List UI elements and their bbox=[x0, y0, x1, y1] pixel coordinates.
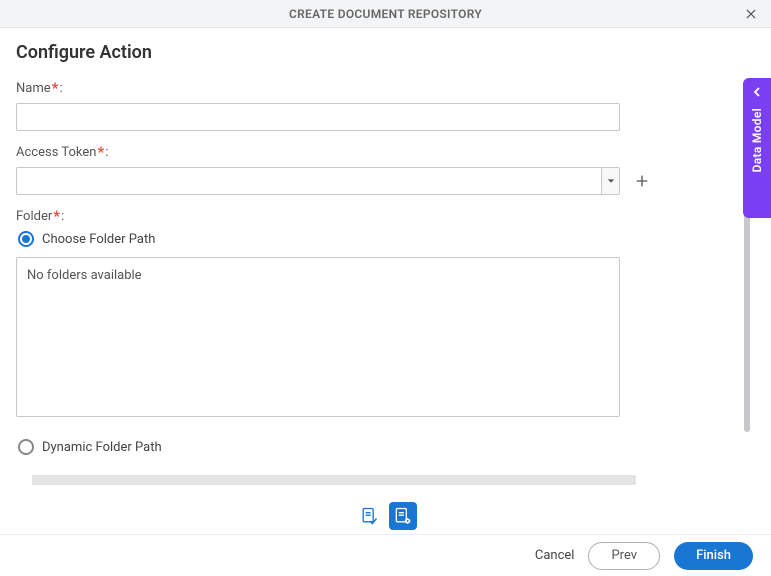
plus-icon bbox=[634, 173, 650, 189]
close-button[interactable] bbox=[741, 4, 761, 24]
radio-unchecked-icon bbox=[18, 439, 34, 455]
data-model-side-tab[interactable]: Data Model bbox=[743, 78, 771, 218]
access-token-select[interactable] bbox=[16, 167, 620, 195]
radio-choose-folder-path[interactable]: Choose Folder Path bbox=[16, 231, 749, 247]
name-input[interactable] bbox=[16, 103, 620, 131]
required-star-icon: * bbox=[52, 79, 59, 97]
add-access-token-button[interactable] bbox=[632, 171, 652, 191]
section-title: Configure Action bbox=[16, 42, 749, 63]
chevron-left-icon bbox=[751, 86, 763, 98]
toolbar bbox=[0, 496, 771, 534]
config-view-button[interactable] bbox=[389, 502, 417, 530]
dialog-header: CREATE DOCUMENT REPOSITORY bbox=[0, 0, 771, 28]
dialog-title: CREATE DOCUMENT REPOSITORY bbox=[289, 7, 482, 21]
folder-list-box: No folders available bbox=[16, 257, 620, 417]
side-tab-label: Data Model bbox=[750, 108, 764, 172]
finish-button[interactable]: Finish bbox=[674, 542, 753, 570]
name-label: Name *: bbox=[16, 81, 749, 97]
form-view-button[interactable] bbox=[355, 502, 383, 530]
footer: Cancel Prev Finish bbox=[0, 534, 771, 576]
document-gear-icon bbox=[393, 506, 413, 526]
required-star-icon: * bbox=[53, 207, 60, 225]
folder-label: Folder*: bbox=[16, 209, 749, 225]
chevron-down-icon bbox=[601, 168, 619, 194]
prev-button[interactable]: Prev bbox=[588, 542, 660, 570]
content-area: Configure Action Name *: Access Token *:… bbox=[0, 28, 771, 496]
radio-dynamic-folder-path[interactable]: Dynamic Folder Path bbox=[16, 439, 749, 455]
divider-strip bbox=[32, 475, 636, 485]
folder-empty-message: No folders available bbox=[27, 268, 142, 283]
required-star-icon: * bbox=[97, 143, 104, 161]
document-check-icon bbox=[359, 506, 379, 526]
cancel-link[interactable]: Cancel bbox=[535, 548, 575, 563]
radio-checked-icon bbox=[18, 231, 34, 247]
access-token-label: Access Token *: bbox=[16, 145, 749, 161]
close-icon bbox=[744, 7, 758, 21]
